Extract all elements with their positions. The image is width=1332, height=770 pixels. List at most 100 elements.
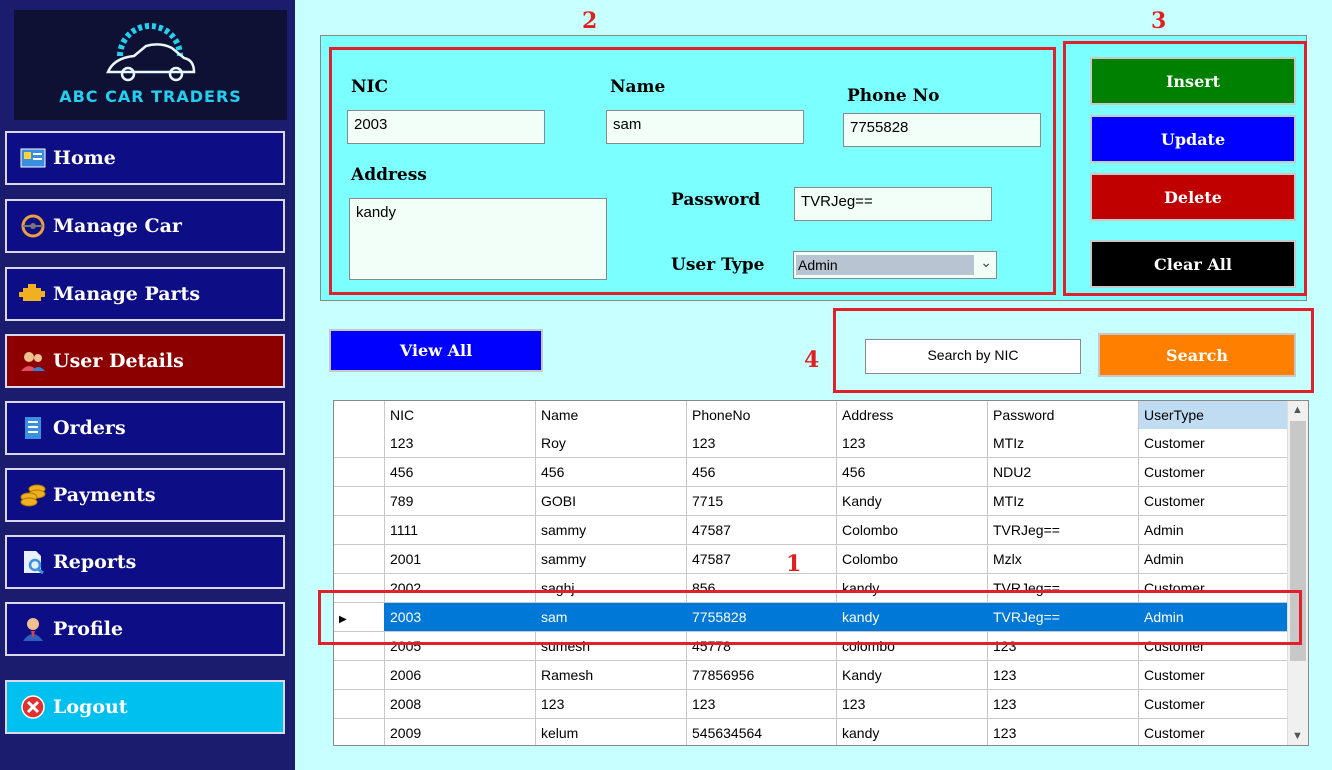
table-row[interactable]: 789 GOBI 7715 Kandy MTIz Customer [334, 487, 1288, 516]
usertype-select[interactable]: Admin ⌄ [793, 251, 997, 279]
table-row[interactable]: 1111 sammy 47587 Colombo TVRJeg== Admin [334, 516, 1288, 545]
table-cell[interactable]: 456 [686, 458, 836, 486]
password-field[interactable]: TVRJeg== [794, 187, 992, 221]
row-header[interactable] [334, 719, 384, 745]
table-row[interactable]: 2001 sammy 47587 Colombo Mzlx Admin [334, 545, 1288, 574]
sidebar-item-orders[interactable]: Orders [5, 401, 285, 455]
column-header[interactable]: UserType [1138, 401, 1288, 429]
scroll-up-icon[interactable]: ▲ [1292, 404, 1303, 416]
table-cell[interactable]: 456 [384, 458, 535, 486]
row-header[interactable] [334, 661, 384, 689]
table-cell[interactable]: Customer [1138, 574, 1288, 602]
table-cell[interactable]: 456 [836, 458, 987, 486]
sidebar-item-reports[interactable]: Reports [5, 535, 285, 589]
delete-button[interactable]: Delete [1090, 173, 1296, 221]
search-input[interactable]: Search by NIC [865, 339, 1081, 374]
table-cell[interactable]: Customer [1138, 487, 1288, 515]
table-cell[interactable]: Customer [1138, 429, 1288, 457]
table-cell[interactable]: 2002 [384, 574, 535, 602]
insert-button[interactable]: Insert [1090, 57, 1296, 105]
table-cell[interactable]: 545634564 [686, 719, 836, 745]
table-cell[interactable]: 2005 [384, 632, 535, 660]
table-cell[interactable]: 123 [987, 719, 1138, 745]
sidebar-item-profile[interactable]: Profile [5, 602, 285, 656]
table-cell[interactable]: 45778 [686, 632, 836, 660]
name-field[interactable]: sam [606, 110, 804, 144]
row-header[interactable] [334, 632, 384, 660]
sidebar-item-user-details[interactable]: User Details [5, 334, 285, 388]
table-cell[interactable]: 123 [836, 690, 987, 718]
clear-all-button[interactable]: Clear All [1090, 240, 1296, 288]
table-row[interactable]: 2005 sumesh 45778 colombo 123 Customer [334, 632, 1288, 661]
table-cell[interactable]: Customer [1138, 719, 1288, 745]
table-cell[interactable]: 123 [987, 690, 1138, 718]
table-cell[interactable]: 789 [384, 487, 535, 515]
column-header[interactable]: PhoneNo [686, 401, 836, 429]
table-cell[interactable]: 47587 [686, 516, 836, 544]
table-cell[interactable]: Admin [1138, 516, 1288, 544]
nic-field[interactable]: 2003 [347, 110, 545, 144]
table-cell[interactable]: colombo [836, 632, 987, 660]
table-cell[interactable]: sumesh [535, 632, 686, 660]
table-cell[interactable]: TVRJeg== [987, 516, 1138, 544]
row-header[interactable] [334, 429, 384, 457]
table-cell[interactable]: 123 [535, 690, 686, 718]
sidebar-item-home[interactable]: Home [5, 131, 285, 185]
table-cell[interactable]: sammy [535, 545, 686, 573]
table-cell[interactable]: TVRJeg== [987, 574, 1138, 602]
table-cell[interactable]: MTIz [987, 487, 1138, 515]
column-header[interactable]: Name [535, 401, 686, 429]
table-cell[interactable]: 47587 [686, 545, 836, 573]
table-cell[interactable]: TVRJeg== [987, 603, 1138, 631]
table-cell[interactable]: 7755828 [686, 603, 836, 631]
sidebar-item-manage-car[interactable]: Manage Car [5, 199, 285, 253]
sidebar-item-payments[interactable]: Payments [5, 468, 285, 522]
row-header[interactable] [334, 690, 384, 718]
table-cell[interactable]: Colombo [836, 516, 987, 544]
search-button[interactable]: Search [1098, 333, 1296, 377]
table-cell[interactable]: Ramesh [535, 661, 686, 689]
table-cell[interactable]: 123 [686, 429, 836, 457]
table-cell[interactable]: Colombo [836, 545, 987, 573]
chevron-down-icon[interactable]: ⌄ [980, 254, 992, 271]
scroll-thumb[interactable] [1290, 421, 1306, 661]
table-cell[interactable]: Admin [1138, 545, 1288, 573]
table-cell[interactable]: 123 [384, 429, 535, 457]
table-cell[interactable]: Roy [535, 429, 686, 457]
table-cell[interactable]: 123 [686, 690, 836, 718]
table-row[interactable]: 123 Roy 123 123 MTIz Customer [334, 429, 1288, 458]
grid-header-row[interactable]: NIC Name PhoneNo Address Password UserType [334, 401, 1288, 429]
column-header[interactable]: NIC [384, 401, 535, 429]
logout-button[interactable]: Logout [5, 680, 285, 734]
sidebar-item-manage-parts[interactable]: Manage Parts [5, 267, 285, 321]
table-cell[interactable]: kandy [836, 603, 987, 631]
row-header[interactable] [334, 545, 384, 573]
scroll-down-icon[interactable]: ▼ [1292, 730, 1303, 742]
row-header[interactable] [334, 458, 384, 486]
table-cell[interactable]: Customer [1138, 661, 1288, 689]
table-cell[interactable]: Kandy [836, 661, 987, 689]
table-cell[interactable]: NDU2 [987, 458, 1138, 486]
column-header[interactable]: Password [987, 401, 1138, 429]
table-cell[interactable]: GOBI [535, 487, 686, 515]
table-cell[interactable]: Customer [1138, 690, 1288, 718]
view-all-button[interactable]: View All [329, 329, 543, 372]
row-header[interactable] [334, 516, 384, 544]
table-cell[interactable]: kelum [535, 719, 686, 745]
table-cell[interactable]: 7715 [686, 487, 836, 515]
table-cell[interactable]: Admin [1138, 603, 1288, 631]
table-cell[interactable]: MTIz [987, 429, 1138, 457]
table-cell[interactable]: Customer [1138, 632, 1288, 660]
table-row[interactable]: 2009 kelum 545634564 kandy 123 Customer [334, 719, 1288, 745]
table-cell[interactable]: 2006 [384, 661, 535, 689]
table-cell[interactable]: 2003 [384, 603, 535, 631]
table-cell[interactable]: sam [535, 603, 686, 631]
table-row[interactable]: ▶ 2003 sam 7755828 kandy TVRJeg== Admin [334, 603, 1288, 632]
vertical-scrollbar[interactable]: ▲ ▼ [1287, 401, 1308, 745]
table-cell[interactable]: 456 [535, 458, 686, 486]
table-cell[interactable]: 123 [836, 429, 987, 457]
row-header[interactable] [334, 574, 384, 602]
table-cell[interactable]: 2009 [384, 719, 535, 745]
users-data-grid[interactable]: NIC Name PhoneNo Address Password UserType 123… [333, 400, 1309, 746]
table-cell[interactable]: 77856956 [686, 661, 836, 689]
